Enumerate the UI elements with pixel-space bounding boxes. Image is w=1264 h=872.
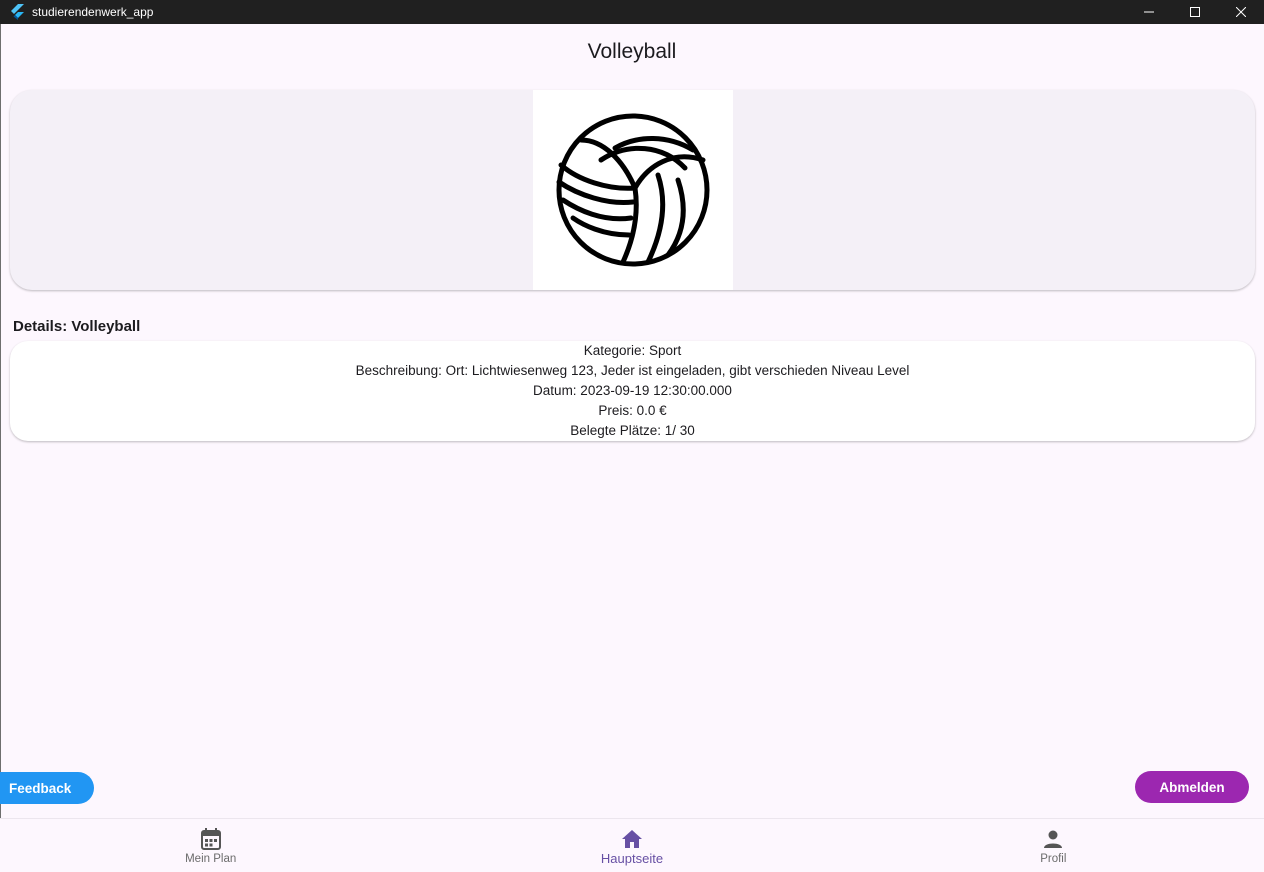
date-text: Datum: 2023-09-19 12:30:00.000 <box>533 383 732 398</box>
seats-text: Belegte Plätze: 1/ 30 <box>570 423 695 438</box>
maximize-button[interactable] <box>1172 0 1218 24</box>
price-text: Preis: 0.0 € <box>598 403 667 418</box>
flutter-icon <box>10 4 26 20</box>
activity-image-card <box>10 90 1255 290</box>
window-title: studierendenwerk_app <box>32 5 154 19</box>
close-button[interactable] <box>1218 0 1264 24</box>
nav-item-hauptseite[interactable]: Hauptseite <box>421 819 842 872</box>
window-controls <box>1126 0 1264 24</box>
nav-label-profil: Profil <box>1040 853 1067 865</box>
details-heading: Details: Volleyball <box>13 318 141 335</box>
volleyball-icon <box>556 113 710 267</box>
close-icon <box>1236 7 1246 17</box>
calendar-icon <box>200 828 222 850</box>
activity-image <box>533 90 733 290</box>
window-border <box>0 24 1 818</box>
description-text: Beschreibung: Ort: Lichtwiesenweg 123, J… <box>355 363 910 378</box>
details-card: Kategorie: Sport Beschreibung: Ort: Lich… <box>10 341 1255 441</box>
minimize-button[interactable] <box>1126 0 1172 24</box>
page-title: Volleyball <box>587 40 677 63</box>
maximize-icon <box>1190 7 1200 17</box>
window-titlebar: studierendenwerk_app <box>0 0 1264 24</box>
category-text: Kategorie: Sport <box>583 343 682 358</box>
feedback-button[interactable]: Feedback <box>0 772 94 804</box>
bottom-navigation: Mein Plan Hauptseite Profil <box>0 818 1264 872</box>
minimize-icon <box>1144 11 1154 13</box>
person-icon <box>1042 828 1064 850</box>
nav-item-mein-plan[interactable]: Mein Plan <box>0 819 421 872</box>
abmelden-button[interactable]: Abmelden <box>1135 771 1249 803</box>
home-icon <box>621 828 643 850</box>
nav-label-mein-plan: Mein Plan <box>185 853 237 865</box>
nav-label-hauptseite: Hauptseite <box>600 851 664 866</box>
nav-item-profil[interactable]: Profil <box>843 819 1264 872</box>
